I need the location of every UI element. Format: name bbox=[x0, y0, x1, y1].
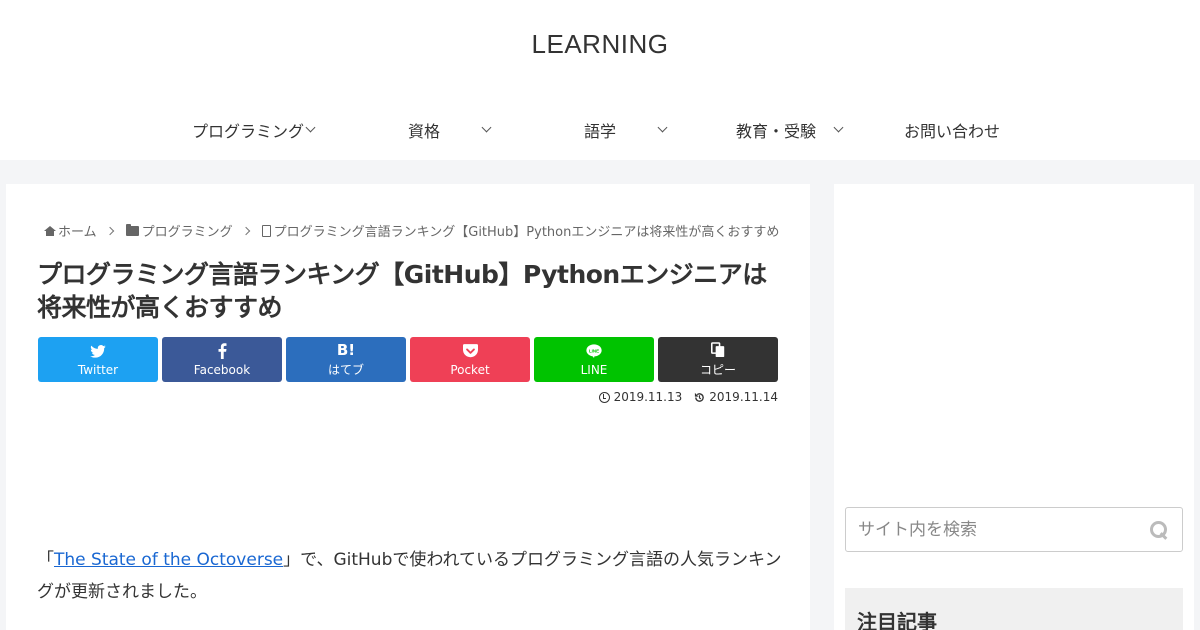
global-nav: プログラミング 資格 語学 教育・受験 お問い合わせ bbox=[0, 100, 1200, 160]
breadcrumb-home[interactable]: ホーム bbox=[58, 221, 97, 240]
share-label: コピー bbox=[699, 363, 736, 377]
nav-item-language[interactable]: 語学 bbox=[512, 100, 688, 160]
breadcrumb-category[interactable]: プログラミング bbox=[142, 221, 233, 240]
clock-icon bbox=[598, 391, 610, 403]
published-date-value: 2019.11.13 bbox=[613, 390, 683, 404]
article-intro: 「The State of the Octoverse」で、GitHubで使われ… bbox=[37, 544, 787, 608]
chevron-right-icon bbox=[105, 226, 114, 235]
svg-text:LINE: LINE bbox=[589, 348, 599, 353]
updated-date: 2019.11.14 bbox=[694, 390, 778, 404]
hatena-bookmark-icon: B! bbox=[336, 340, 356, 359]
share-line-button[interactable]: LINE LINE bbox=[534, 337, 654, 382]
nav-item-label: 資格 bbox=[407, 122, 440, 141]
share-label: LINE bbox=[580, 362, 608, 377]
share-label: Facebook bbox=[193, 362, 251, 377]
share-label: Twitter bbox=[77, 362, 119, 377]
nav-item-label: 教育・受験 bbox=[735, 122, 816, 141]
file-icon bbox=[261, 224, 271, 237]
intro-open-quote: 「 bbox=[37, 550, 54, 570]
nav-item-label: 語学 bbox=[583, 122, 616, 141]
chevron-down-icon bbox=[305, 122, 316, 133]
site-header: LEARNING プログラミング 資格 語学 教育・受験 お問い合わせ bbox=[0, 0, 1200, 160]
share-hatena-button[interactable]: B! はてブ bbox=[286, 337, 406, 382]
updated-date-value: 2019.11.14 bbox=[709, 390, 778, 404]
nav-item-education[interactable]: 教育・受験 bbox=[688, 100, 864, 160]
chevron-down-icon bbox=[657, 122, 668, 133]
line-icon: LINE bbox=[586, 343, 602, 360]
nav-item-label: お問い合わせ bbox=[903, 122, 1000, 141]
share-buttons: Twitter Facebook B! はてブ Pocket LINE LINE bbox=[38, 337, 778, 382]
breadcrumb: ホーム プログラミング プログラミング言語ランキング【GitHub】Python… bbox=[44, 221, 779, 240]
octoverse-link[interactable]: The State of the Octoverse bbox=[54, 550, 283, 570]
share-twitter-button[interactable]: Twitter bbox=[38, 337, 158, 382]
widget-header: 注目記事 bbox=[845, 588, 1183, 630]
copy-icon bbox=[711, 341, 725, 358]
nav-item-qualification[interactable]: 資格 bbox=[336, 100, 512, 160]
sidebar: 注目記事 bbox=[834, 184, 1194, 630]
published-date: 2019.11.13 bbox=[598, 390, 683, 404]
facebook-icon bbox=[218, 343, 227, 360]
nav-item-programming[interactable]: プログラミング bbox=[160, 100, 336, 160]
chevron-down-icon bbox=[481, 122, 492, 133]
search-box bbox=[845, 507, 1183, 552]
share-label: はてブ bbox=[327, 363, 364, 377]
article-title: プログラミング言語ランキング【GitHub】Pythonエンジニアは将来性が高く… bbox=[37, 260, 767, 322]
history-icon bbox=[694, 392, 705, 403]
search-icon[interactable] bbox=[1150, 521, 1168, 539]
share-pocket-button[interactable]: Pocket bbox=[410, 337, 530, 382]
home-icon bbox=[44, 225, 56, 236]
chevron-right-icon bbox=[241, 226, 250, 235]
widget-title: 注目記事 bbox=[857, 610, 937, 630]
pocket-icon bbox=[462, 343, 478, 360]
share-label: Pocket bbox=[450, 362, 490, 377]
nav-item-label: プログラミング bbox=[191, 122, 304, 141]
share-copy-button[interactable]: コピー bbox=[658, 337, 778, 382]
post-dates: 2019.11.13 2019.11.14 bbox=[598, 390, 778, 404]
main-content: ホーム プログラミング プログラミング言語ランキング【GitHub】Python… bbox=[6, 184, 810, 630]
share-facebook-button[interactable]: Facebook bbox=[162, 337, 282, 382]
nav-item-contact[interactable]: お問い合わせ bbox=[864, 100, 1040, 160]
twitter-icon bbox=[90, 343, 106, 360]
chevron-down-icon bbox=[833, 122, 844, 133]
site-title[interactable]: LEARNING bbox=[0, 29, 1200, 60]
folder-icon bbox=[125, 224, 139, 236]
search-input[interactable] bbox=[846, 508, 1136, 551]
breadcrumb-current: プログラミング言語ランキング【GitHub】Pythonエンジニアは将来性が高く… bbox=[273, 225, 780, 240]
